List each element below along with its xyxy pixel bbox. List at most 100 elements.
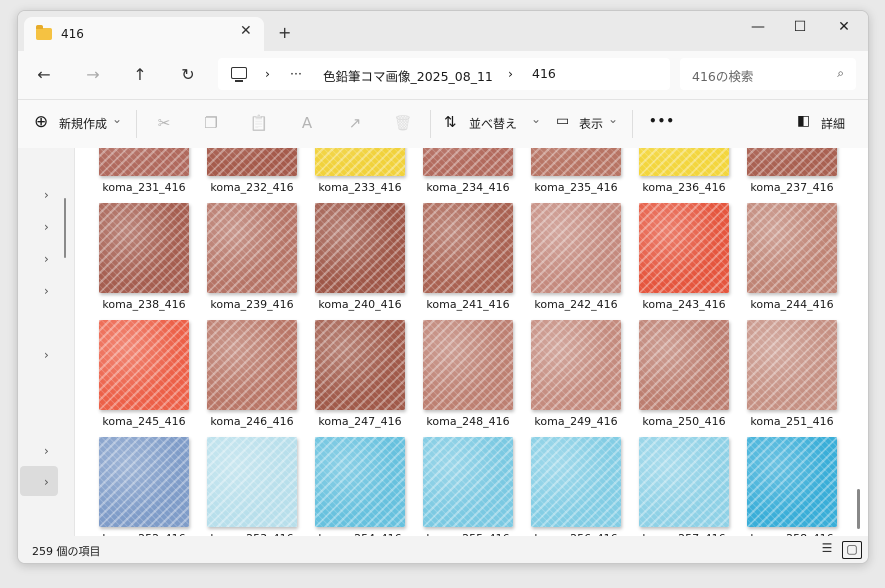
search-icon[interactable]: ⌕ — [837, 66, 844, 81]
copy-icon[interactable]: ❐ — [201, 114, 221, 132]
image-thumbnail — [747, 203, 837, 293]
expand-chevron-icon[interactable]: › — [44, 188, 49, 202]
file-item[interactable]: koma_240_416 — [306, 203, 414, 315]
breadcrumb-separator[interactable]: › — [508, 66, 513, 81]
file-item[interactable]: koma_241_416 — [414, 203, 522, 315]
image-thumbnail — [99, 148, 189, 176]
maximize-button[interactable]: ☐ — [780, 19, 820, 35]
search-input[interactable]: 416の検索 — [692, 66, 753, 85]
chevron-down-icon[interactable]: ⌄ — [531, 112, 541, 126]
view-icon[interactable]: ▭ — [556, 113, 569, 129]
chevron-down-icon[interactable]: ⌄ — [112, 112, 122, 126]
file-item[interactable]: koma_248_416 — [414, 320, 522, 432]
expand-chevron-icon[interactable]: › — [44, 284, 49, 298]
delete-icon[interactable]: 🗑 — [393, 114, 413, 132]
expand-chevron-icon[interactable]: › — [44, 220, 49, 234]
divider — [632, 110, 633, 138]
file-item[interactable]: koma_238_416 — [90, 203, 198, 315]
minimize-button[interactable]: — — [738, 19, 778, 35]
file-item[interactable]: koma_245_416 — [90, 320, 198, 432]
file-item[interactable]: koma_258_416 — [738, 437, 846, 536]
file-item[interactable]: koma_239_416 — [198, 203, 306, 315]
chevron-down-icon[interactable]: ⌄ — [608, 112, 618, 126]
file-item[interactable]: koma_242_416 — [522, 203, 630, 315]
item-count: 259 個の項目 — [32, 545, 101, 558]
more-options-icon[interactable]: ••• — [649, 114, 675, 128]
new-button[interactable]: 新規作成 — [59, 115, 107, 132]
list-view-icon[interactable]: ☰ — [818, 541, 836, 557]
image-thumbnail — [747, 148, 837, 176]
expand-chevron-icon[interactable]: › — [44, 475, 49, 489]
file-name-label: koma_232_416 — [210, 181, 294, 194]
close-button[interactable]: ✕ — [824, 19, 864, 35]
image-thumbnail — [99, 203, 189, 293]
file-item[interactable]: koma_233_416 — [306, 148, 414, 198]
search-box[interactable]: 416の検索 ⌕ — [680, 58, 856, 90]
file-item[interactable]: koma_254_416 — [306, 437, 414, 536]
breadcrumb-separator[interactable]: › — [265, 66, 270, 81]
view-button[interactable]: 表示 — [579, 115, 603, 132]
file-item[interactable]: koma_236_416 — [630, 148, 738, 198]
file-name-label: koma_251_416 — [750, 415, 834, 428]
expand-chevron-icon[interactable]: › — [44, 252, 49, 266]
expand-chevron-icon[interactable]: › — [44, 348, 49, 362]
refresh-icon[interactable]: ↻ — [176, 65, 200, 84]
forward-icon[interactable]: → — [81, 65, 105, 84]
breadcrumb-ellipsis[interactable]: ··· — [290, 66, 302, 81]
nav-scrollbar[interactable] — [64, 198, 66, 258]
paste-icon[interactable]: 📋 — [249, 114, 269, 132]
file-name-label: koma_238_416 — [102, 298, 186, 311]
file-item[interactable]: koma_247_416 — [306, 320, 414, 432]
sort-icon[interactable]: ⇅ — [444, 113, 457, 131]
file-item[interactable]: koma_246_416 — [198, 320, 306, 432]
address-bar[interactable]: › ··· 色鉛筆コマ画像_2025_08_11 › 416 — [218, 58, 670, 90]
file-name-label: koma_239_416 — [210, 298, 294, 311]
details-button[interactable]: 詳細 — [821, 115, 845, 132]
computer-icon[interactable] — [231, 67, 247, 82]
file-item[interactable]: koma_255_416 — [414, 437, 522, 536]
image-thumbnail — [747, 320, 837, 410]
file-item[interactable]: koma_249_416 — [522, 320, 630, 432]
share-icon[interactable]: ↗ — [345, 114, 365, 132]
sort-button[interactable]: 並べ替え — [469, 115, 517, 132]
file-item[interactable]: koma_237_416 — [738, 148, 846, 198]
image-thumbnail — [639, 148, 729, 176]
breadcrumb-folder[interactable]: 色鉛筆コマ画像_2025_08_11 — [323, 66, 493, 85]
new-tab-button[interactable]: + — [278, 23, 291, 42]
file-name-label: koma_241_416 — [426, 298, 510, 311]
image-thumbnail — [207, 203, 297, 293]
file-name-label: koma_244_416 — [750, 298, 834, 311]
file-item[interactable]: koma_232_416 — [198, 148, 306, 198]
file-name-label: koma_245_416 — [102, 415, 186, 428]
file-name-label: koma_248_416 — [426, 415, 510, 428]
file-item[interactable]: koma_257_416 — [630, 437, 738, 536]
file-item[interactable]: koma_231_416 — [90, 148, 198, 198]
tab-416[interactable]: 416 ✕ — [24, 17, 264, 53]
file-item[interactable]: koma_235_416 — [522, 148, 630, 198]
details-pane-icon[interactable]: ◧ — [797, 113, 810, 129]
expand-chevron-icon[interactable]: › — [44, 444, 49, 458]
rename-icon[interactable]: A — [297, 114, 317, 132]
file-item[interactable]: koma_252_416 — [90, 437, 198, 536]
folder-icon — [36, 25, 52, 40]
cut-icon[interactable]: ✂ — [154, 114, 174, 132]
file-item[interactable]: koma_251_416 — [738, 320, 846, 432]
file-item[interactable]: koma_234_416 — [414, 148, 522, 198]
file-item[interactable]: koma_253_416 — [198, 437, 306, 536]
tab-close-icon[interactable]: ✕ — [240, 23, 252, 39]
selected-nav-item[interactable] — [20, 466, 58, 496]
back-icon[interactable]: ← — [32, 65, 56, 84]
image-thumbnail — [531, 320, 621, 410]
address-row: ← → ↑ ↻ › ··· 色鉛筆コマ画像_2025_08_11 › 416 4… — [18, 51, 868, 99]
file-grid: koma_231_416 koma_232_416 koma_233_416 koma… — [74, 148, 868, 536]
breadcrumb-current[interactable]: 416 — [532, 66, 556, 81]
vertical-scrollbar[interactable] — [857, 489, 860, 529]
grid-view-icon[interactable]: ▢ — [842, 541, 862, 559]
new-icon[interactable]: ⊕ — [34, 112, 48, 132]
file-item[interactable]: koma_256_416 — [522, 437, 630, 536]
command-bar: ⊕ 新規作成 ⌄ ✂ ❐ 📋 A ↗ 🗑 ⇅ 並べ替え ⌄ ▭ 表示 ⌄ •••… — [18, 99, 868, 149]
file-item[interactable]: koma_250_416 — [630, 320, 738, 432]
file-item[interactable]: koma_243_416 — [630, 203, 738, 315]
file-item[interactable]: koma_244_416 — [738, 203, 846, 315]
up-icon[interactable]: ↑ — [128, 65, 152, 84]
